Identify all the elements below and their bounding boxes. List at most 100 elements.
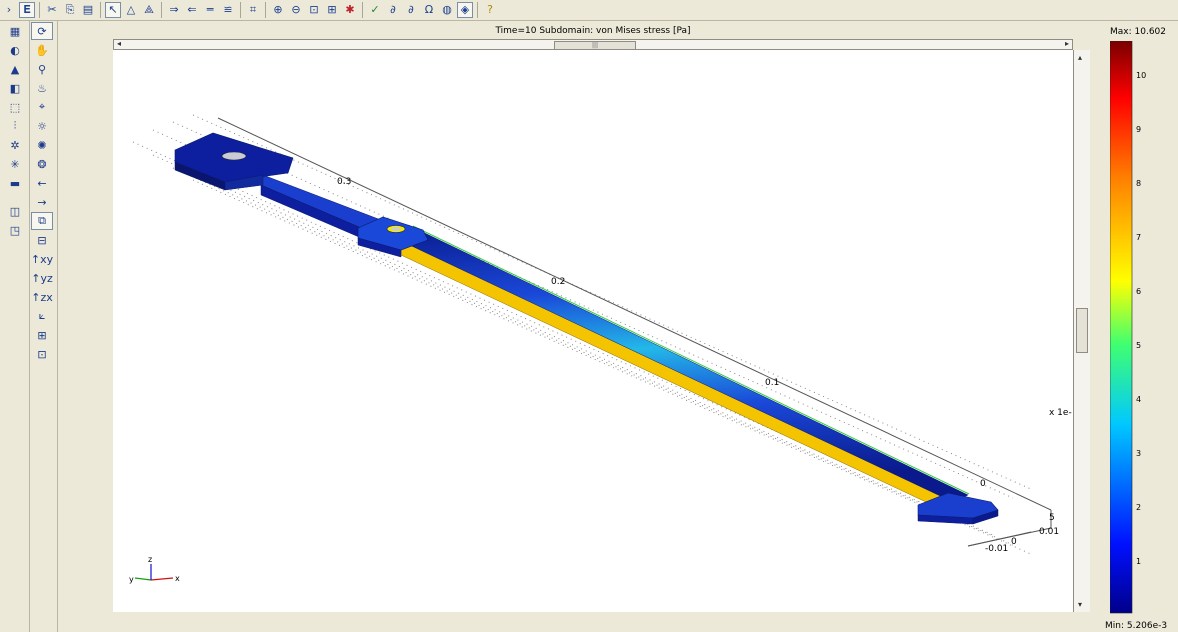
formula-icon[interactable]: ∂ — [385, 2, 401, 18]
beam-top-face — [398, 224, 969, 503]
sidebar-divider — [57, 21, 58, 632]
rotate-icon[interactable]: ⟳ — [31, 22, 53, 40]
arrow-left-icon[interactable]: ⇐ — [184, 2, 200, 18]
zoom-icon[interactable]: ⚲ — [31, 60, 53, 78]
formula2-icon[interactable]: ∂ — [403, 2, 419, 18]
scissors-icon[interactable]: ✂ — [44, 2, 60, 18]
axis-tick-label: 0 — [1011, 537, 1017, 547]
streamline-icon[interactable]: ✲ — [4, 136, 26, 154]
plot-type-sidebar: ▦ ◐ ▲ ◧ ⬚ ⫶ ✲ ✳ ▬ ◫ ◳ — [4, 21, 30, 632]
boundary-plot-icon[interactable]: ◧ — [4, 79, 26, 97]
previous-view-icon[interactable]: ← — [31, 174, 53, 192]
help-icon[interactable]: ? — [482, 2, 498, 18]
vertical-scrollbar[interactable]: ▴ ▾ — [1073, 50, 1090, 612]
axis-tick-label: 5 — [1049, 513, 1055, 523]
legend-tick: 7 — [1136, 233, 1141, 242]
legend-tick: 4 — [1136, 395, 1141, 404]
render-icon[interactable]: ◈ — [457, 2, 473, 18]
subdomain-plot-icon[interactable]: ▲ — [4, 60, 26, 78]
omega-icon[interactable]: Ω — [421, 2, 437, 18]
xy-view-icon[interactable]: ↑xy — [31, 250, 53, 268]
export-image-icon[interactable]: ◳ — [4, 221, 26, 239]
axis-tick-label: 0 — [980, 479, 986, 489]
legend-max-label: Max: 10.602 — [1110, 27, 1166, 37]
particle-tracing-icon[interactable]: ✳ — [4, 155, 26, 173]
legend-tick: 8 — [1136, 179, 1141, 188]
yz-view-icon[interactable]: ↑yz — [31, 269, 53, 287]
check-icon[interactable]: ✓ — [367, 2, 383, 18]
axis-tick-label: 0.2 — [551, 277, 565, 287]
model-tree-icon[interactable]: 𝐄 — [19, 2, 35, 18]
plot-graphics: 0.3 0.2 0.1 0 5 0 0.01 -0.01 x 1e- x y z — [129, 114, 1072, 584]
light-icon[interactable]: ♨ — [31, 79, 53, 97]
remove-view-icon[interactable]: ⊡ — [31, 345, 53, 363]
arrow-plot-icon[interactable]: ⫶ — [4, 117, 26, 135]
pointer-icon[interactable]: ↖ — [105, 2, 121, 18]
scroll-left-icon[interactable]: ◂ — [117, 39, 121, 48]
toolbar-separator — [362, 2, 363, 18]
orthographic-icon[interactable]: ⊟ — [31, 231, 53, 249]
toolbar-separator — [161, 2, 162, 18]
add-view-icon[interactable]: ⊞ — [31, 326, 53, 344]
next-view-icon[interactable]: → — [31, 193, 53, 211]
perspective-icon[interactable]: ⧉ — [31, 212, 53, 230]
color-legend: Max: 10.602 10 9 8 7 6 5 4 3 2 1 Min: 5.… — [1092, 21, 1178, 632]
edge-plot-icon[interactable]: ⬚ — [4, 98, 26, 116]
legend-tick: 3 — [1136, 449, 1141, 458]
default-view-icon[interactable]: ⟀ — [31, 307, 53, 325]
paste-icon[interactable]: ▤ — [80, 2, 96, 18]
plot-canvas[interactable]: 0.3 0.2 0.1 0 5 0 0.01 -0.01 x 1e- x y z — [113, 50, 1073, 612]
camera-icon[interactable]: ⌖ — [31, 98, 53, 116]
legend-colorbar: 10 9 8 7 6 5 4 3 2 1 — [1110, 41, 1146, 614]
triangles-icon[interactable]: ⟁ — [141, 2, 157, 18]
equals-icon[interactable]: ═ — [202, 2, 218, 18]
sidebar-divider — [29, 21, 30, 632]
toolbar-separator — [477, 2, 478, 18]
plot-title: Time=10 Subdomain: von Mises stress [Pa] — [495, 26, 691, 36]
copy-icon[interactable]: ⎘ — [62, 2, 78, 18]
deformed-shape-icon[interactable]: ▬ — [4, 174, 26, 192]
joint-hole-inner — [391, 227, 401, 231]
toolbar-separator — [39, 2, 40, 18]
transparency-icon[interactable]: ❂ — [31, 155, 53, 173]
horizontal-scroll-thumb[interactable]: ||| — [554, 41, 636, 50]
legend-tick: 5 — [1136, 341, 1141, 350]
zoom-extents-icon[interactable]: ⊞ — [324, 2, 340, 18]
zx-view-icon[interactable]: ↑zx — [31, 288, 53, 306]
triad-x-label: x — [175, 574, 180, 583]
triangle-icon[interactable]: △ — [123, 2, 139, 18]
isosurface-icon[interactable]: ◐ — [4, 41, 26, 59]
triad-y-label: y — [129, 575, 134, 584]
horizontal-scrollbar[interactable]: ◂ ||| ▸ — [113, 39, 1073, 50]
mesh-icon[interactable]: ⌗ — [245, 2, 261, 18]
globe-icon[interactable]: ◍ — [439, 2, 455, 18]
pan-icon[interactable]: ✋ — [31, 41, 53, 59]
zoom-in-icon[interactable]: ⊕ — [270, 2, 286, 18]
legend-tick: 10 — [1136, 71, 1146, 80]
scroll-down-icon[interactable]: ▾ — [1078, 600, 1082, 609]
beam-neck-top — [260, 174, 382, 234]
triad-z-label: z — [148, 555, 152, 564]
axis-tick-label: 0.3 — [337, 177, 351, 187]
stack-icon[interactable]: ≌ — [220, 2, 236, 18]
headlight-icon[interactable]: ✺ — [31, 136, 53, 154]
animate-icon[interactable]: ◫ — [4, 202, 26, 220]
zoom-box-icon[interactable]: ⊡ — [306, 2, 322, 18]
scroll-right-icon[interactable]: ▸ — [1065, 39, 1069, 48]
plot-icon[interactable]: ✱ — [342, 2, 358, 18]
zoom-out-icon[interactable]: ⊖ — [288, 2, 304, 18]
beam-edge — [412, 225, 970, 495]
axis-tick-label: -0.01 — [985, 544, 1008, 554]
arrow-right-icon[interactable]: ⇒ — [166, 2, 182, 18]
scene-light-icon[interactable]: ☼ — [31, 117, 53, 135]
scroll-up-icon[interactable]: ▴ — [1078, 53, 1082, 62]
back-icon[interactable]: › — [1, 2, 17, 18]
toolbar-separator — [240, 2, 241, 18]
toolbar-separator — [100, 2, 101, 18]
vertical-scroll-thumb[interactable] — [1076, 308, 1088, 353]
left-hole — [221, 151, 247, 161]
main-toolbar: › 𝐄 ✂ ⎘ ▤ ↖ △ ⟁ ⇒ ⇐ ═ ≌ ⌗ ⊕ ⊖ ⊡ ⊞ ✱ ✓ ∂ … — [0, 0, 1178, 21]
legend-min-label: Min: 5.206e-3 — [1105, 621, 1168, 631]
axis-tick-label: 0.1 — [765, 378, 779, 388]
slice-plot-icon[interactable]: ▦ — [4, 22, 26, 40]
